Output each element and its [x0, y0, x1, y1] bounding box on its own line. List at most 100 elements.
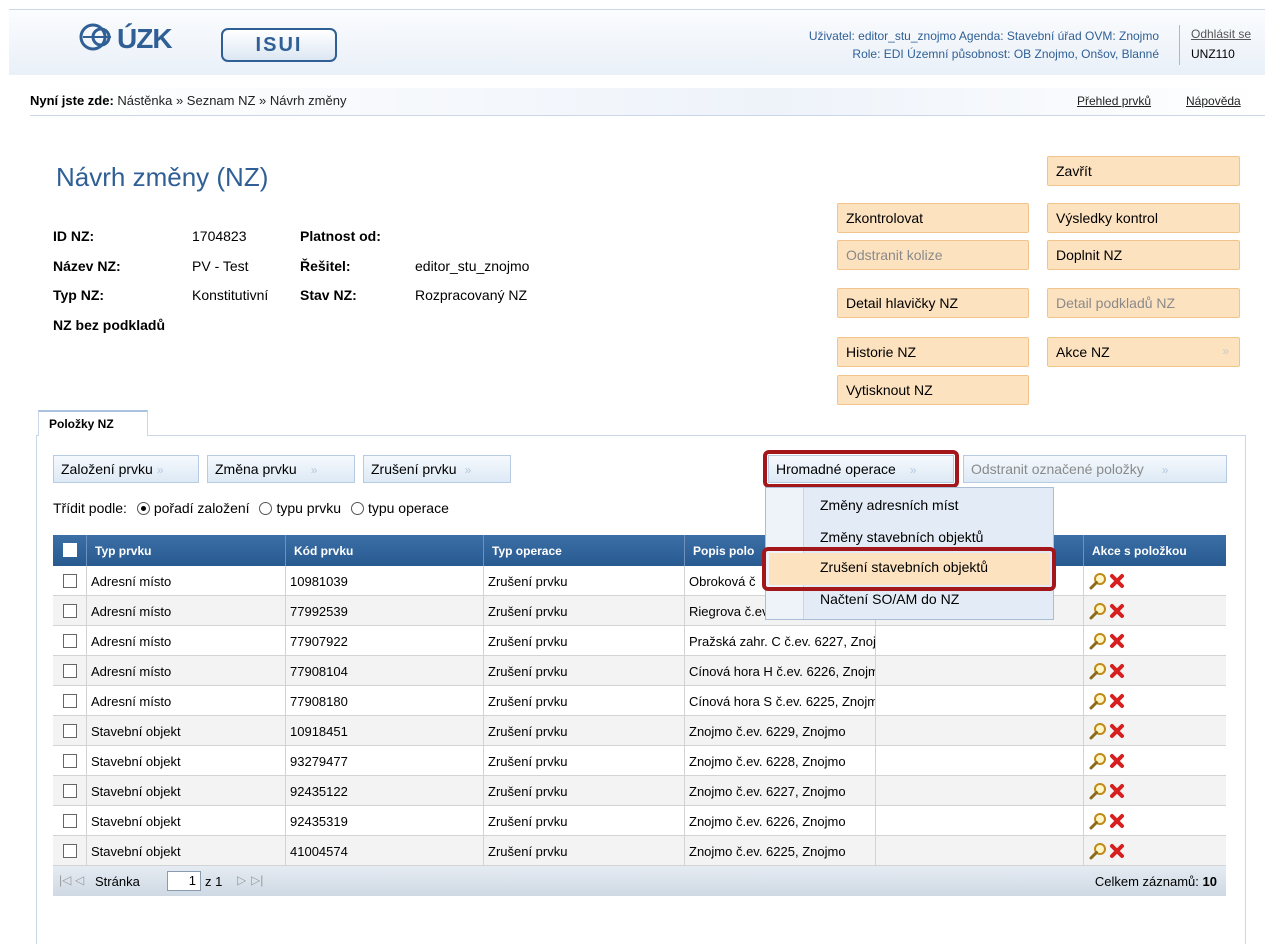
- cuzk-logo[interactable]: ÚZK: [79, 22, 173, 55]
- sort-radio-type[interactable]: [259, 502, 273, 515]
- sort-radio-creation[interactable]: [136, 502, 150, 515]
- next-page-icon[interactable]: ▷: [237, 873, 246, 887]
- check-button[interactable]: Zkontrolovat: [837, 203, 1029, 233]
- user-info-line1: Uživatel: editor_stu_znojmo Agenda: Stav…: [808, 29, 1159, 43]
- delete-x-icon[interactable]: [1109, 753, 1125, 769]
- change-element-button[interactable]: Změna prvku »: [207, 455, 355, 483]
- detail-search-icon[interactable]: [1089, 602, 1107, 620]
- history-button[interactable]: Historie NZ: [837, 337, 1029, 367]
- row-checkbox[interactable]: [63, 784, 77, 798]
- user-info: Uživatel: editor_stu_znojmo Agenda: Stav…: [809, 27, 1159, 63]
- first-page-icon[interactable]: |◁: [59, 873, 71, 887]
- col-description[interactable]: Popis polo: [693, 544, 754, 558]
- menu-item-building-changes[interactable]: Změny stavebních objektů: [820, 529, 983, 545]
- detail-search-icon[interactable]: [1089, 632, 1107, 650]
- cell-element-type: Stavební objekt: [91, 844, 181, 859]
- table-row[interactable]: Stavební objekt 93279477 Zrušení prvku Znoj…: [53, 746, 1226, 776]
- delete-x-icon[interactable]: [1109, 813, 1125, 829]
- detail-search-icon[interactable]: [1089, 752, 1107, 770]
- select-all-checkbox[interactable]: [63, 543, 77, 557]
- table-row[interactable]: Stavební objekt 92435319 Zrušení prvku Znoj…: [53, 806, 1226, 836]
- complete-nz-button[interactable]: Doplnit NZ: [1047, 240, 1240, 270]
- row-checkbox[interactable]: [63, 844, 77, 858]
- docs-detail-button[interactable]: Detail podkladů NZ: [1047, 288, 1240, 318]
- row-checkbox[interactable]: [63, 754, 77, 768]
- detail-search-icon[interactable]: [1089, 692, 1107, 710]
- logout-link[interactable]: Odhlásit se: [1191, 27, 1251, 41]
- row-checkbox[interactable]: [63, 604, 77, 618]
- tab-items[interactable]: Položky NZ: [38, 410, 148, 436]
- prev-page-icon[interactable]: ◁: [75, 873, 84, 887]
- table-row[interactable]: Stavební objekt 41004574 Zrušení prvku Znoj…: [53, 836, 1226, 866]
- nz-actions-button[interactable]: Akce NZ »: [1047, 337, 1240, 367]
- cell-description: Znojmo č.ev. 6227, Znojmo: [689, 784, 846, 799]
- col-operation-type[interactable]: Typ operace: [492, 544, 562, 558]
- remove-selected-label: Odstranit označené položky: [971, 461, 1144, 477]
- cell-operation-type: Zrušení prvku: [488, 694, 568, 709]
- chevron-right-icon: »: [310, 463, 318, 477]
- header-detail-button[interactable]: Detail hlavičky NZ: [837, 288, 1029, 318]
- create-element-button[interactable]: Založení prvku»: [53, 455, 199, 483]
- delete-x-icon[interactable]: [1109, 723, 1125, 739]
- cancel-element-button[interactable]: Zrušení prvku »: [363, 455, 511, 483]
- delete-x-icon[interactable]: [1109, 843, 1125, 859]
- help-link[interactable]: Nápověda: [1186, 94, 1241, 108]
- menu-item-address-changes[interactable]: Změny adresních míst: [820, 497, 959, 513]
- menu-item-load-so-am[interactable]: Načtení SO/AM do NZ: [820, 591, 959, 607]
- sort-option-creation[interactable]: pořadí založení: [154, 500, 250, 516]
- check-results-button[interactable]: Výsledky kontrol: [1047, 203, 1240, 233]
- remove-conflicts-button[interactable]: Odstranit kolize: [837, 240, 1029, 270]
- table-row[interactable]: Stavební objekt 92435122 Zrušení prvku Znoj…: [53, 776, 1226, 806]
- row-checkbox[interactable]: [63, 664, 77, 678]
- overview-link[interactable]: Přehled prvků: [1077, 94, 1151, 108]
- delete-x-icon[interactable]: [1109, 663, 1125, 679]
- detail-search-icon[interactable]: [1089, 812, 1107, 830]
- cuzk-logo-icon: [79, 23, 111, 51]
- detail-search-icon[interactable]: [1089, 662, 1107, 680]
- cell-operation-type: Zrušení prvku: [488, 784, 568, 799]
- isui-logo[interactable]: ISUI: [221, 28, 337, 62]
- breadcrumb: Nyní jste zde: Nástěnka » Seznam NZ » Ná…: [30, 93, 346, 108]
- page-input[interactable]: 1: [167, 871, 201, 891]
- sort-radio-operation[interactable]: [350, 502, 364, 515]
- delete-x-icon[interactable]: [1109, 693, 1125, 709]
- detail-search-icon[interactable]: [1089, 572, 1107, 590]
- user-info-line2: Role: EDI Územní působnost: OB Znojmo, O…: [852, 47, 1159, 61]
- row-checkbox[interactable]: [63, 694, 77, 708]
- delete-x-icon[interactable]: [1109, 783, 1125, 799]
- type-value: Konstitutivní: [192, 287, 269, 303]
- print-button[interactable]: Vytisknout NZ: [837, 375, 1029, 405]
- last-page-icon[interactable]: ▷|: [251, 873, 263, 887]
- solver-value: editor_stu_znojmo: [415, 258, 530, 274]
- sort-option-type[interactable]: typu prvku: [276, 500, 341, 516]
- breadcrumb-prefix: Nyní jste zde:: [30, 93, 114, 108]
- detail-search-icon[interactable]: [1089, 722, 1107, 740]
- col-element-code[interactable]: Kód prvku: [294, 544, 353, 558]
- row-actions: [1089, 752, 1129, 770]
- remove-selected-button[interactable]: Odstranit označené položky »: [963, 455, 1227, 483]
- row-checkbox[interactable]: [63, 814, 77, 828]
- close-button[interactable]: Zavřít: [1047, 156, 1240, 186]
- sort-option-operation[interactable]: typu operace: [368, 500, 449, 516]
- page-of-label: z 1: [205, 874, 223, 889]
- delete-x-icon[interactable]: [1109, 573, 1125, 589]
- detail-search-icon[interactable]: [1089, 782, 1107, 800]
- table-row[interactable]: Adresní místo 77907922 Zrušení prvku Pražsk…: [53, 626, 1226, 656]
- page-label: Stránka: [95, 874, 140, 889]
- table-row[interactable]: Adresní místo 77908104 Zrušení prvku Cínová…: [53, 656, 1226, 686]
- delete-x-icon[interactable]: [1109, 603, 1125, 619]
- cell-description: Znojmo č.ev. 6225, Znojmo: [689, 844, 846, 859]
- row-checkbox[interactable]: [63, 724, 77, 738]
- col-element-type[interactable]: Typ prvku: [95, 544, 151, 558]
- breadcrumb-path[interactable]: Nástěnka » Seznam NZ » Návrh změny: [117, 93, 346, 108]
- cell-operation-type: Zrušení prvku: [488, 664, 568, 679]
- row-checkbox[interactable]: [63, 574, 77, 588]
- delete-x-icon[interactable]: [1109, 633, 1125, 649]
- row-checkbox[interactable]: [63, 634, 77, 648]
- page-title: Návrh změny (NZ): [56, 162, 269, 192]
- table-row[interactable]: Adresní místo 77908180 Zrušení prvku Cínová…: [53, 686, 1226, 716]
- row-actions: [1089, 602, 1129, 620]
- cuzk-logo-text: ÚZK: [117, 23, 173, 54]
- table-row[interactable]: Stavební objekt 10918451 Zrušení prvku Znoj…: [53, 716, 1226, 746]
- detail-search-icon[interactable]: [1089, 842, 1107, 860]
